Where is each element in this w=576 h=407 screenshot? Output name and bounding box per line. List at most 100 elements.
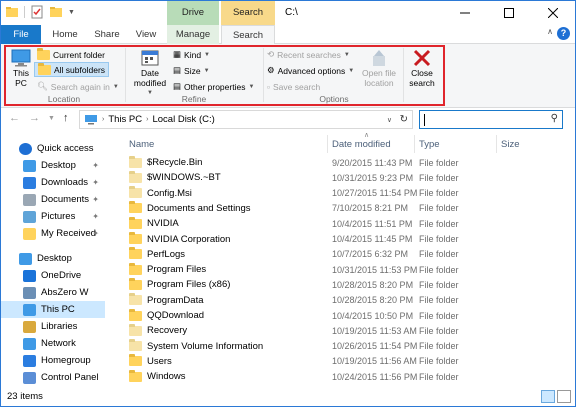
recent-locations-icon[interactable]: ▼ <box>48 115 55 122</box>
chevron-up-icon[interactable]: ∧ <box>547 27 553 36</box>
date-modified-button[interactable]: Date modified ▼ <box>129 48 171 98</box>
nav-item-label: Documents <box>41 194 90 205</box>
back-arrow-icon[interactable]: ← <box>9 112 20 124</box>
address-dropdown-icon[interactable]: ∨ <box>387 116 392 124</box>
file-row[interactable]: Users 10/19/2015 11:56 AM File folder <box>125 354 545 369</box>
current-folder-button[interactable]: Current folder <box>37 47 105 62</box>
nav-item[interactable]: Quick access <box>1 140 105 157</box>
search-again-button[interactable]: 🔍︎ Search again in ▼ <box>37 79 119 94</box>
this-pc-button[interactable]: This PC <box>9 48 33 88</box>
save-search-button[interactable]: ▫ Save search <box>267 79 320 94</box>
other-properties-button[interactable]: ▤ Other properties ▼ <box>173 79 254 94</box>
close-window-button[interactable] <box>531 1 575 25</box>
file-row[interactable]: $WINDOWS.~BT 10/31/2015 9:23 PM File folde… <box>125 170 545 185</box>
nav-item[interactable]: This PC <box>1 301 105 318</box>
properties-icon[interactable] <box>30 5 44 19</box>
file-row[interactable]: Program Files (x86) 10/28/2015 8:20 PM Fil… <box>125 277 545 292</box>
maximize-icon <box>504 8 514 18</box>
save-search-label: Save search <box>273 81 321 92</box>
refresh-icon[interactable]: ↻ <box>400 114 408 125</box>
size-button[interactable]: ▤ Size ▼ <box>173 63 210 78</box>
file-row[interactable]: NVIDIA Corporation 10/4/2015 11:45 PM File… <box>125 232 545 247</box>
column-header-type[interactable]: Type <box>415 135 497 153</box>
tab-share[interactable]: Share <box>89 25 125 44</box>
close-search-button[interactable]: Close search <box>405 48 439 88</box>
nav-item[interactable]: Libraries <box>1 318 105 335</box>
close-icon <box>548 8 558 18</box>
tab-manage[interactable]: Manage <box>167 25 219 44</box>
chevron-down-icon: ▼ <box>343 51 350 58</box>
details-view-icon[interactable] <box>541 390 555 403</box>
search-input[interactable]: ⚲ <box>419 110 563 129</box>
column-header-size[interactable]: Size <box>497 135 561 153</box>
file-row[interactable]: NVIDIA 10/4/2015 11:51 PM File folder <box>125 216 545 231</box>
breadcrumb-local-disk[interactable]: Local Disk (C:) <box>152 114 214 125</box>
pictures-icon <box>23 210 36 223</box>
file-date: 10/4/2015 11:45 PM <box>332 234 413 244</box>
open-file-location-button[interactable]: Open file location <box>359 48 399 88</box>
recent-searches-button[interactable]: ⟲ Recent searches ▼ <box>267 47 350 62</box>
column-header-date-modified[interactable]: Date modified <box>328 135 415 153</box>
maximize-button[interactable] <box>487 1 531 25</box>
large-icons-view-icon[interactable] <box>557 390 571 403</box>
up-arrow-icon[interactable]: ↑ <box>63 112 69 124</box>
file-name-cell: Windows <box>129 369 186 382</box>
file-type: File folder <box>419 356 459 367</box>
forward-arrow-icon[interactable]: → <box>29 112 40 124</box>
new-folder-icon[interactable] <box>49 5 63 19</box>
all-subfolders-button[interactable]: All subfolders <box>34 62 110 77</box>
pin-icon[interactable]: ✦ <box>92 229 99 238</box>
file-row[interactable]: System Volume Information 10/26/2015 11:5… <box>125 339 545 354</box>
nav-item[interactable]: OneDrive <box>1 267 105 284</box>
nav-item[interactable]: Documents ✦ <box>1 191 105 208</box>
tab-home[interactable]: Home <box>45 25 85 44</box>
file-date: 10/31/2015 9:23 PM <box>332 172 414 183</box>
nav-item[interactable]: Downloads ✦ <box>1 174 105 191</box>
pin-icon[interactable]: ✦ <box>92 178 99 187</box>
help-icon[interactable]: ? <box>557 27 570 40</box>
file-row[interactable]: ProgramData 10/28/2015 8:20 PM File folder <box>125 293 545 308</box>
nav-item-label: Pictures <box>41 211 76 222</box>
location-group-label: Location <box>47 94 81 104</box>
status-bar: 23 items <box>1 388 575 406</box>
tab-view[interactable]: View <box>129 25 163 44</box>
current-folder-label: Current folder <box>53 49 105 60</box>
nav-item[interactable]: Desktop <box>1 250 105 267</box>
file-row[interactable]: PerfLogs 10/7/2015 6:32 PM File folder <box>125 247 545 262</box>
file-type: File folder <box>419 249 459 260</box>
pin-icon[interactable]: ✦ <box>92 212 99 221</box>
nav-item[interactable]: Desktop ✦ <box>1 157 105 174</box>
advanced-options-button[interactable]: ⚙︎ Advanced options ▼ <box>267 63 354 78</box>
nav-item[interactable]: Control Panel <box>1 369 105 386</box>
file-type: File folder <box>419 188 459 199</box>
nav-item[interactable]: Network <box>1 335 105 352</box>
file-row[interactable]: Documents and Settings 7/10/2015 8:21 PM F… <box>125 201 545 216</box>
file-row[interactable]: Recovery 10/19/2015 11:53 AM File folder <box>125 323 545 338</box>
file-row[interactable]: $Recycle.Bin 9/20/2015 11:43 PM File folde… <box>125 155 545 170</box>
nav-item[interactable]: AbsZero W <box>1 284 105 301</box>
pin-icon[interactable]: ✦ <box>92 195 99 204</box>
nav-item[interactable]: Homegroup <box>1 352 105 369</box>
close-icon <box>413 49 431 67</box>
nav-item[interactable]: My Received ✦ <box>1 225 105 242</box>
control-panel-icon <box>23 371 36 384</box>
kind-button[interactable]: ▦ Kind ▼ <box>173 47 210 62</box>
nav-item[interactable]: Pictures ✦ <box>1 208 105 225</box>
file-name: $Recycle.Bin <box>147 157 203 168</box>
tab-file[interactable]: File <box>1 25 41 44</box>
file-row[interactable]: Config.Msi 10/27/2015 11:54 PM File folder <box>125 186 545 201</box>
file-row[interactable]: Windows 10/24/2015 11:56 PM File folder <box>125 369 545 384</box>
tab-search[interactable]: Search <box>221 25 275 45</box>
address-bar[interactable]: › This PC › Local Disk (C:) ∨ ↻ <box>79 110 413 129</box>
minimize-button[interactable] <box>443 1 487 25</box>
pin-icon[interactable]: ✦ <box>92 161 99 170</box>
file-name: QQDownload <box>147 310 205 321</box>
customize-toolbar-icon[interactable]: ▼ <box>68 9 75 16</box>
file-row[interactable]: QQDownload 10/4/2015 10:50 PM File folder <box>125 308 545 323</box>
search-icon[interactable]: ⚲ <box>551 113 558 124</box>
file-name: Program Files (x86) <box>147 279 231 291</box>
breadcrumb-this-pc[interactable]: This PC <box>108 114 142 125</box>
search-again-icon: 🔍︎ <box>37 81 48 91</box>
file-row[interactable]: Program Files 10/31/2015 11:53 PM File fol… <box>125 262 545 277</box>
column-header-name[interactable]: Name <box>125 135 328 153</box>
